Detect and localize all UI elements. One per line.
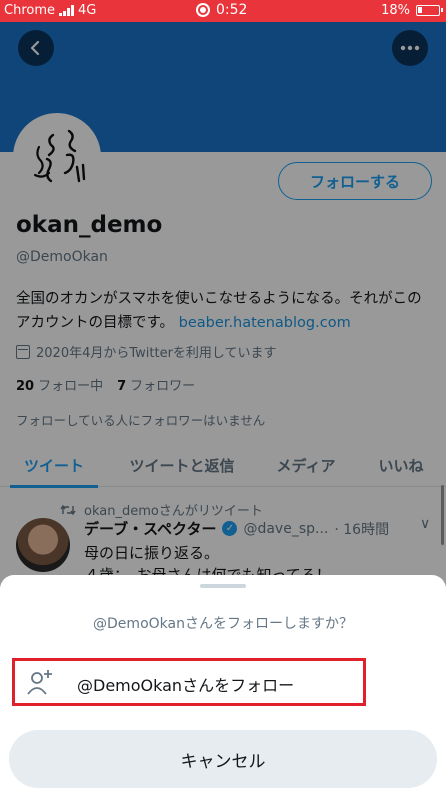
network-type: 4G [78, 3, 97, 18]
status-right: 18% [381, 3, 443, 18]
battery-icon [416, 5, 443, 16]
status-bar: Chrome 4G 0:52 18% [0, 0, 446, 22]
screen-record-icon [196, 3, 210, 17]
follow-user-label: @DemoOkanさんをフォロー [77, 676, 295, 695]
cancel-button[interactable]: キャンセル [9, 730, 437, 788]
follow-user-option[interactable]: @DemoOkanさんをフォロー [12, 658, 366, 706]
status-app-name: Chrome [4, 3, 55, 18]
status-center: 0:52 [196, 2, 247, 18]
status-time: 0:52 [216, 2, 248, 18]
add-user-icon [27, 670, 52, 695]
signal-icon [59, 5, 74, 16]
sheet-prompt: @DemoOkanさんをフォローしますか？ [93, 616, 353, 632]
status-left: Chrome 4G [4, 3, 96, 18]
sheet-grabber[interactable] [200, 584, 246, 588]
battery-percent: 18% [381, 3, 410, 18]
follow-action-sheet: @DemoOkanさんをフォローしますか？ @DemoOkanさんをフォロー キ… [0, 575, 446, 797]
